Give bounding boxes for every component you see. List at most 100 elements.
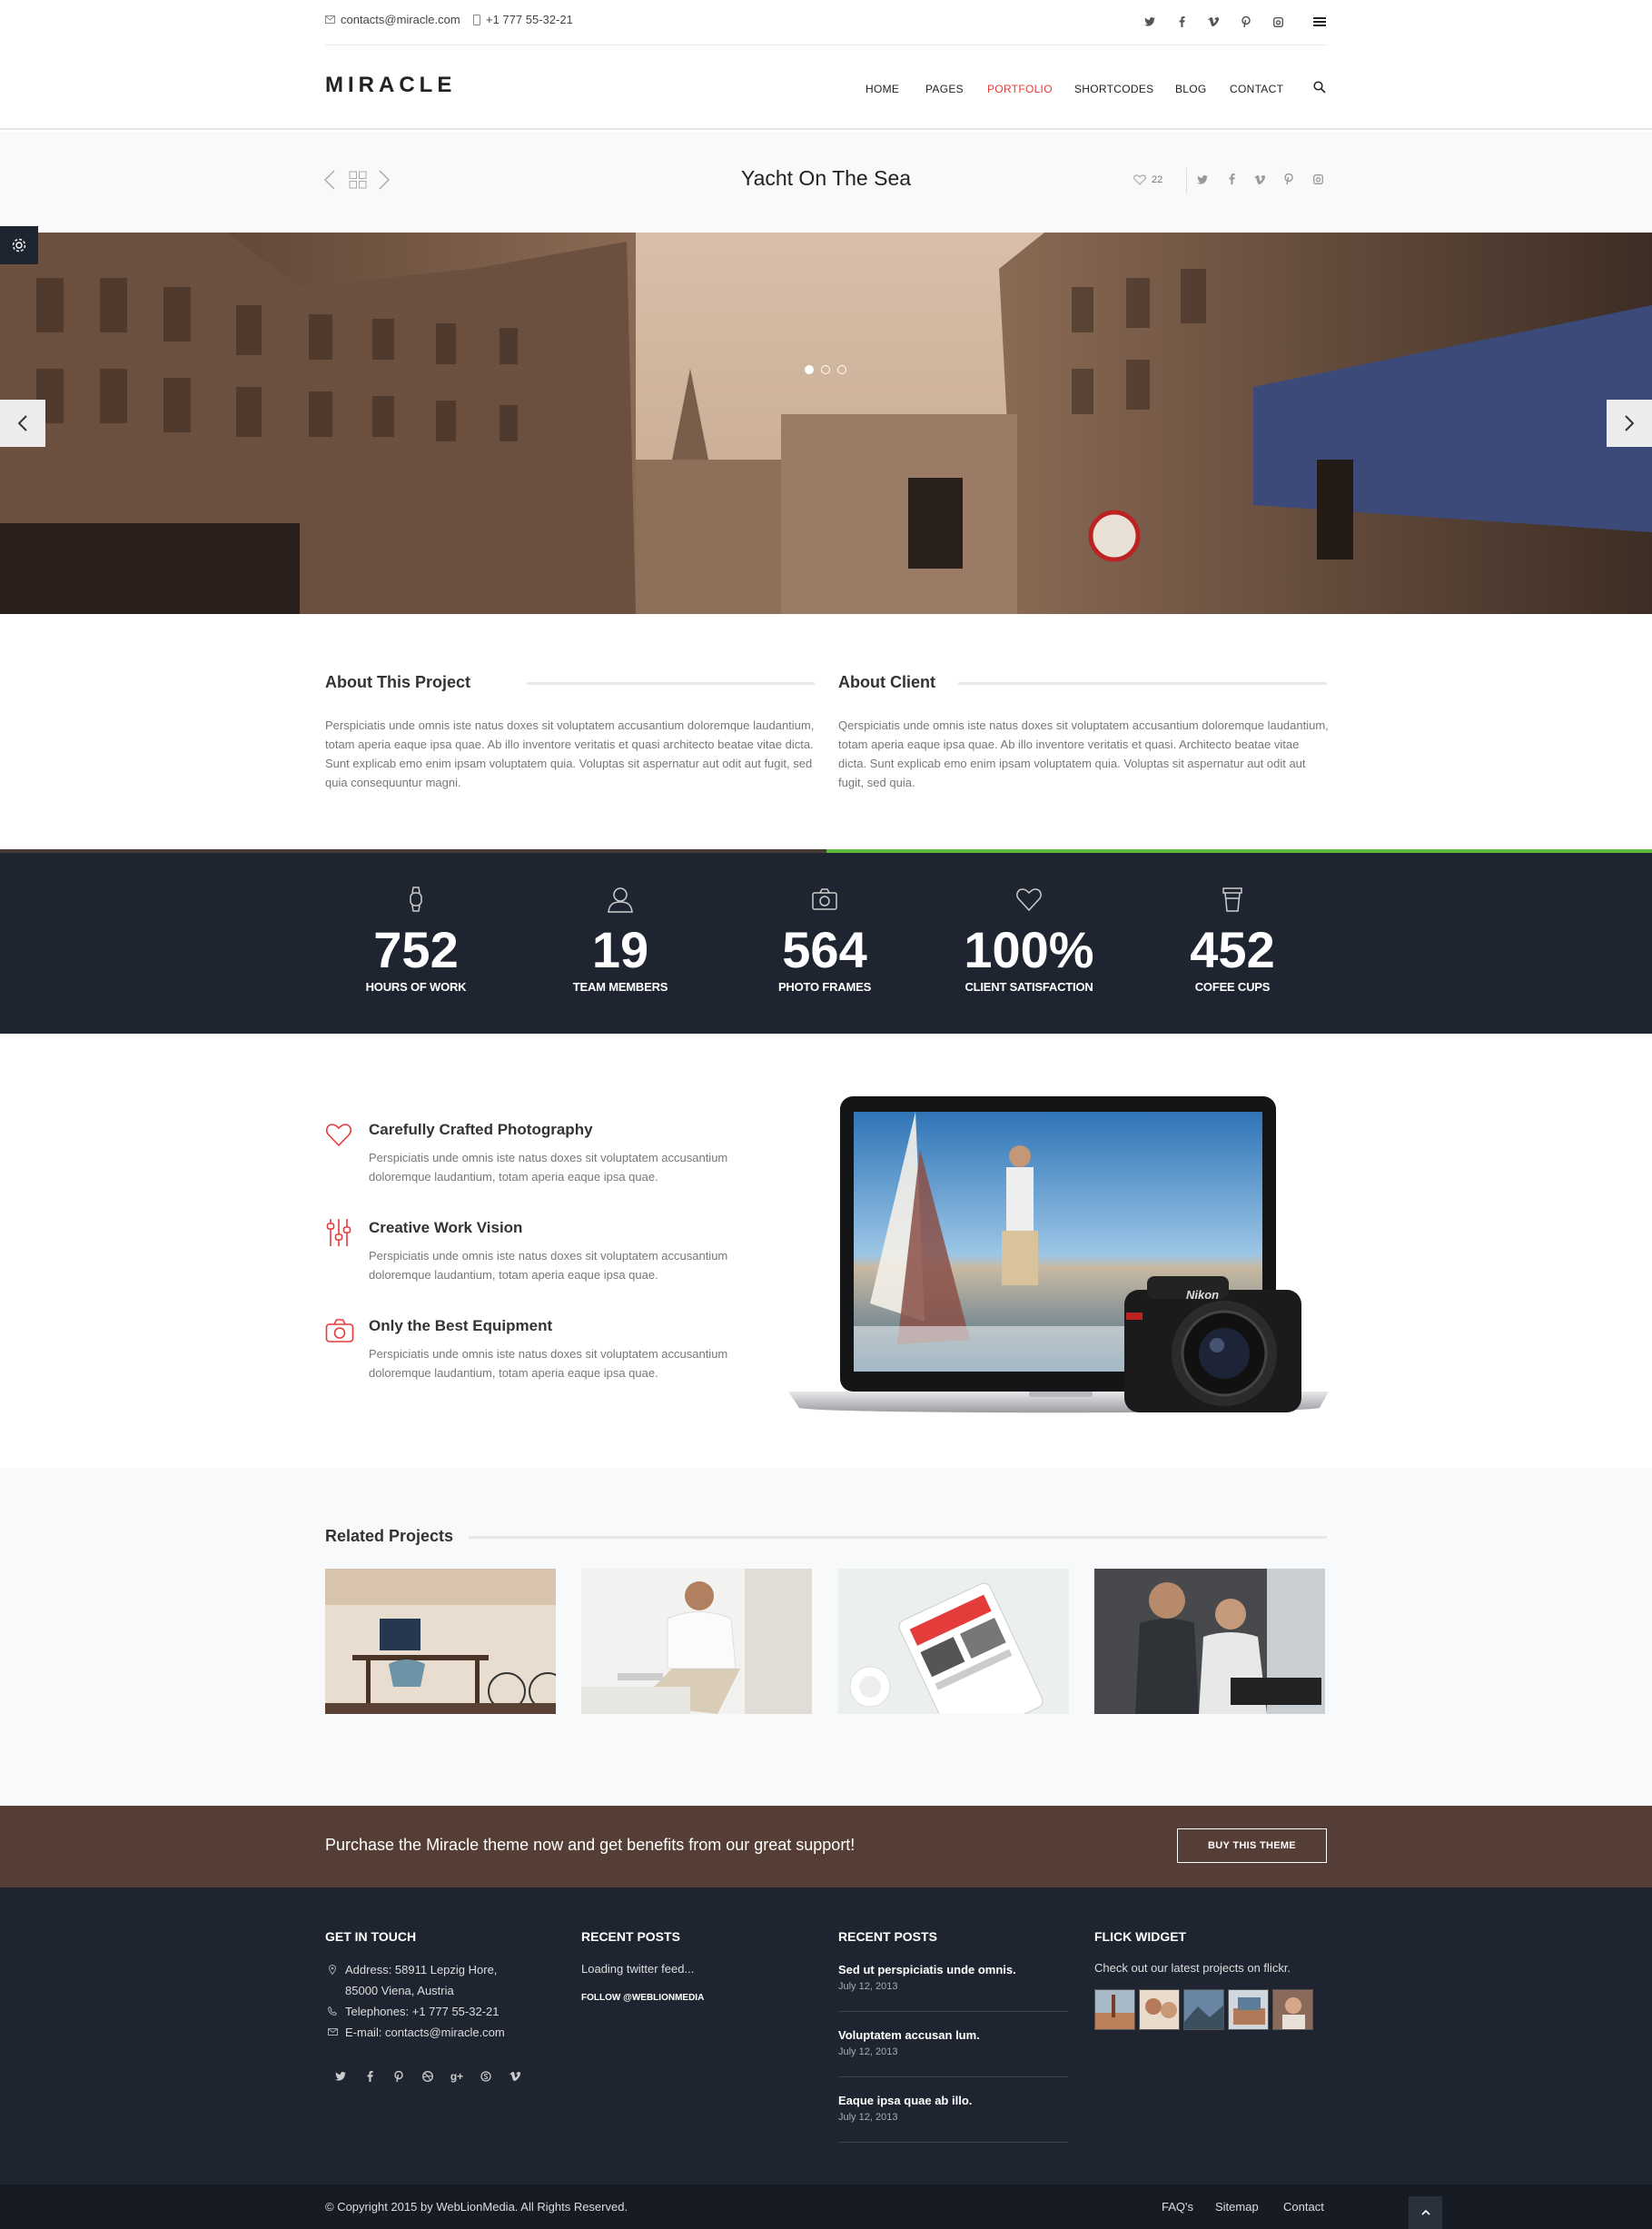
- map-pin-icon: [329, 1965, 336, 1975]
- footer-post-title[interactable]: Sed ut perspiciatis unde omnis.: [838, 1963, 1016, 1976]
- flickr-thumb[interactable]: [1272, 1989, 1313, 2030]
- site-logo[interactable]: MIRACLE: [325, 73, 456, 98]
- slider-next-button[interactable]: [1607, 400, 1652, 447]
- feature-title: Creative Work Vision: [369, 1219, 523, 1236]
- nav-portfolio[interactable]: PORTFOLIO: [987, 83, 1053, 95]
- counter-bar-brown: [0, 849, 826, 853]
- title-divider: [1186, 168, 1187, 193]
- back-to-top-button[interactable]: [1409, 2196, 1442, 2229]
- nav-blog[interactable]: BLOG: [1175, 83, 1207, 95]
- chevron-right-icon: [1625, 415, 1634, 431]
- footer-link-sitemap[interactable]: Sitemap: [1215, 2200, 1259, 2214]
- counter-coffee: 452 COFEE CUPS: [1133, 886, 1332, 994]
- user-icon: [608, 887, 633, 913]
- feature-text: Perspiciatis unde omnis iste natus doxes…: [369, 1249, 728, 1282]
- footer-post-title[interactable]: Eaque ipsa quae ab illo.: [838, 2094, 972, 2107]
- share-vimeo-icon[interactable]: [1254, 175, 1265, 184]
- footer-address-2: 85000 Viena, Austria: [345, 1984, 454, 1997]
- footer-link-contact[interactable]: Contact: [1283, 2200, 1324, 2214]
- dribbble-icon[interactable]: [419, 2067, 437, 2085]
- twitter-follow-link[interactable]: FOLLOW @WEBLIONMEDIA: [581, 1993, 704, 2003]
- instagram-icon[interactable]: [1270, 14, 1286, 30]
- flickr-thumb[interactable]: [1139, 1989, 1180, 2030]
- pinterest-icon[interactable]: [390, 2067, 408, 2085]
- footer-post-date: July 12, 2013: [838, 2046, 898, 2057]
- slider-dot-2[interactable]: [821, 365, 830, 374]
- buy-theme-button[interactable]: BUY THIS THEME: [1177, 1828, 1327, 1863]
- counter-value: 452: [1190, 921, 1275, 978]
- counter-label: PHOTO FRAMES: [777, 980, 872, 994]
- counter-label: COFEE CUPS: [1194, 980, 1271, 994]
- counter-value: 752: [373, 921, 459, 978]
- phone-icon: [473, 14, 480, 25]
- top-phone: +1 777 55-32-21: [473, 13, 573, 26]
- heart-icon: [325, 1122, 352, 1147]
- nav-home[interactable]: HOME: [866, 83, 899, 95]
- project-title-bar: Yacht On The Sea 22: [0, 132, 1652, 233]
- about-client-title: About Client: [838, 673, 935, 691]
- vimeo-icon[interactable]: [1205, 14, 1222, 30]
- about-project-text: Perspiciatis unde omnis iste natus doxes…: [325, 718, 815, 789]
- watch-icon: [410, 887, 422, 912]
- copyright-text: © Copyright 2015 by WebLionMedia. All Ri…: [325, 2200, 628, 2214]
- flickr-thumb[interactable]: [1094, 1989, 1135, 2030]
- google-plus-icon[interactable]: g+: [448, 2067, 466, 2085]
- chevron-left-icon: [18, 415, 27, 431]
- slider-dot-3[interactable]: [837, 365, 846, 374]
- slider-dot-1[interactable]: [805, 365, 814, 374]
- footer-posts-title: RECENT POSTS: [838, 1929, 937, 1944]
- menu-icon[interactable]: [1311, 14, 1328, 30]
- slider-prev-button[interactable]: [0, 400, 45, 447]
- footer-link-faq[interactable]: FAQ's: [1162, 2200, 1193, 2214]
- share-pinterest-icon[interactable]: [1284, 173, 1293, 184]
- counter-satisfaction: 100% CLIENT SATISFACTION: [929, 886, 1129, 994]
- settings-gear-icon[interactable]: [0, 226, 38, 264]
- related-title: Related Projects: [325, 1527, 454, 1545]
- page-title: Yacht On The Sea: [740, 166, 912, 190]
- share-instagram-icon[interactable]: [1313, 174, 1323, 184]
- nav-pages[interactable]: PAGES: [925, 83, 964, 95]
- counter-label: CLIENT SATISFACTION: [964, 980, 1093, 994]
- feature-text: Perspiciatis unde omnis iste natus doxes…: [369, 1151, 728, 1184]
- main-header: MIRACLE HOME PAGES PORTFOLIO SHORTCODES …: [0, 45, 1652, 130]
- related-project-3[interactable]: [838, 1569, 1069, 1714]
- share-facebook-icon[interactable]: [1229, 173, 1235, 184]
- purchase-banner: Purchase the Miracle theme now and get b…: [0, 1806, 1652, 1887]
- like-button[interactable]: 22: [1133, 174, 1162, 185]
- related-project-2[interactable]: [581, 1569, 812, 1714]
- twitter-icon[interactable]: [1142, 14, 1158, 30]
- counter-label: TEAM MEMBERS: [572, 980, 668, 994]
- related-project-1[interactable]: [325, 1569, 556, 1714]
- top-email[interactable]: contacts@miracle.com: [325, 13, 460, 26]
- heart-icon: [1016, 888, 1042, 912]
- pinterest-icon[interactable]: [1238, 14, 1254, 30]
- facebook-icon[interactable]: [361, 2067, 379, 2085]
- top-phone-text: +1 777 55-32-21: [486, 13, 573, 26]
- nav-contact[interactable]: CONTACT: [1230, 83, 1283, 95]
- like-count: 22: [1152, 174, 1163, 185]
- footer-post-date: July 12, 2013: [838, 1981, 898, 1992]
- skype-icon[interactable]: [477, 2067, 495, 2085]
- footer-post-title[interactable]: Voluptatem accusan lum.: [838, 2028, 980, 2042]
- counter-hours: 752 HOURS OF WORK: [316, 886, 516, 994]
- nav-shortcodes[interactable]: SHORTCODES: [1074, 83, 1153, 95]
- counter-bar-green: [826, 849, 1652, 853]
- share-twitter-icon[interactable]: [1197, 175, 1208, 184]
- related-rule: [469, 1536, 1327, 1539]
- about-client-rule: [958, 682, 1327, 685]
- flickr-thumb[interactable]: [1228, 1989, 1269, 2030]
- feature-title: Only the Best Equipment: [369, 1317, 553, 1334]
- footer-email[interactable]: E-mail: contacts@miracle.com: [345, 2022, 505, 2043]
- twitter-icon[interactable]: [331, 2067, 350, 2085]
- envelope-icon: [325, 15, 335, 24]
- footer-phone: Telephones: +1 777 55-32-21: [345, 2005, 500, 2018]
- top-email-text: contacts@miracle.com: [341, 13, 460, 26]
- related-project-4[interactable]: [1094, 1569, 1325, 1714]
- counter-team: 19 TEAM MEMBERS: [520, 886, 720, 994]
- facebook-icon[interactable]: [1173, 14, 1190, 30]
- search-icon[interactable]: [1313, 81, 1326, 94]
- laptop-camera-image: Nikon: [788, 1095, 1329, 1417]
- footer-address-1: Address: 58911 Lepzig Hore,: [345, 1963, 498, 1976]
- vimeo-icon[interactable]: [506, 2067, 524, 2085]
- flickr-thumb[interactable]: [1183, 1989, 1224, 2030]
